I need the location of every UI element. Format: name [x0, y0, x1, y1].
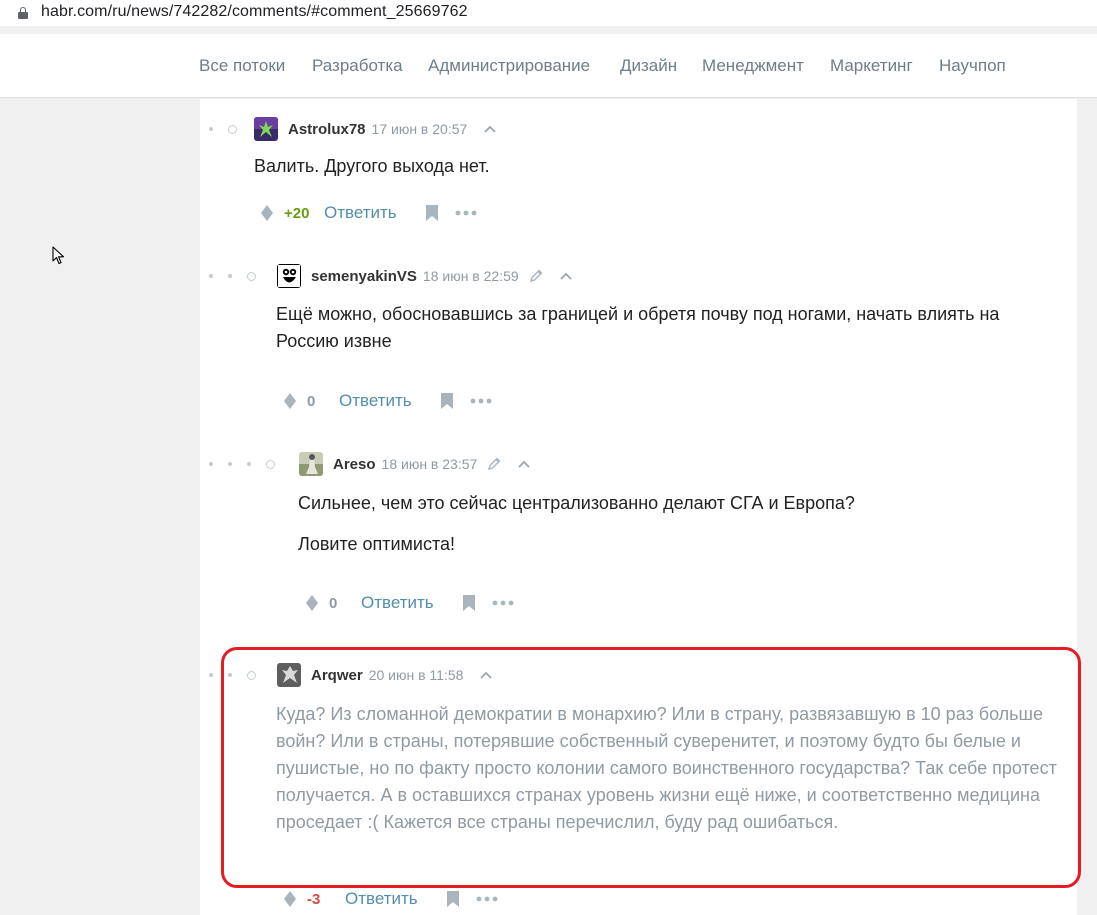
- comment-text: Сильнее, чем это сейчас централизованно …: [298, 493, 855, 513]
- comment-header: Areso 18 июн в 23:57: [299, 452, 531, 476]
- vote-icon[interactable]: [283, 392, 297, 410]
- more-icon[interactable]: [455, 210, 477, 216]
- reply-link[interactable]: Ответить: [324, 203, 397, 223]
- comment-header: Astrolux78 17 июн в 20:57: [254, 117, 497, 141]
- reply-link[interactable]: Ответить: [339, 391, 412, 411]
- vote-icon[interactable]: [283, 890, 297, 908]
- thread-indent-marks: [209, 264, 256, 288]
- nav-item-all-flows[interactable]: Все потоки: [199, 56, 285, 76]
- more-icon[interactable]: [476, 896, 498, 902]
- nav-item-development[interactable]: Разработка: [312, 56, 403, 76]
- comment-author[interactable]: semenyakinVS: [311, 268, 417, 285]
- comment-score: -3: [307, 890, 321, 908]
- vote-icon[interactable]: [305, 594, 319, 612]
- lock-icon: [18, 7, 28, 19]
- comment-text: Валить. Другого выхода нет.: [254, 156, 490, 176]
- nav-item-popular-science[interactable]: Научпоп: [939, 56, 1006, 76]
- browser-address-bar[interactable]: habr.com/ru/news/742282/comments/#commen…: [0, 0, 1097, 26]
- bookmark-icon[interactable]: [425, 204, 439, 222]
- url-text[interactable]: habr.com/ru/news/742282/comments/#commen…: [41, 3, 468, 21]
- comment-score: 0: [307, 392, 316, 410]
- comment-footer: 0 Ответить: [283, 389, 492, 413]
- bookmark-icon[interactable]: [440, 392, 454, 410]
- more-icon[interactable]: [492, 600, 514, 606]
- reply-link[interactable]: Ответить: [345, 889, 418, 909]
- more-icon[interactable]: [470, 398, 492, 404]
- comment-date[interactable]: 18 июн в 22:59: [423, 268, 519, 284]
- comment-footer: 0 Ответить: [305, 591, 514, 615]
- nav-item-administration[interactable]: Администрирование: [428, 56, 590, 76]
- bookmark-icon[interactable]: [462, 594, 476, 612]
- comment-author[interactable]: Astrolux78: [288, 121, 366, 138]
- chevron-up-icon[interactable]: [559, 271, 573, 281]
- avatar[interactable]: [299, 452, 323, 476]
- comment-date[interactable]: 18 июн в 23:57: [382, 456, 478, 472]
- comment-author[interactable]: Areso: [333, 456, 376, 473]
- mouse-cursor-icon: [52, 246, 65, 265]
- avatar[interactable]: [254, 117, 278, 141]
- nav-item-design[interactable]: Дизайн: [620, 56, 677, 76]
- thread-indent-marks: [209, 452, 275, 476]
- comment-footer: +20 Ответить: [260, 201, 477, 225]
- thread-indent-marks: [209, 117, 237, 141]
- chevron-up-icon[interactable]: [517, 459, 531, 469]
- nav-item-management[interactable]: Менеджмент: [702, 56, 804, 76]
- comment-score: 0: [329, 594, 338, 612]
- comment-header: semenyakinVS 18 июн в 22:59: [277, 264, 573, 288]
- site-nav: Все потоки Разработка Администрирование …: [0, 34, 1097, 98]
- avatar[interactable]: [277, 264, 301, 288]
- highlight-frame: [221, 647, 1081, 888]
- vote-icon[interactable]: [260, 204, 274, 222]
- comment-text: Ещё можно, обосновавшись за границей и о…: [276, 304, 1000, 351]
- pencil-icon: [488, 457, 501, 471]
- comment-text: Ловите оптимиста!: [298, 534, 456, 554]
- chevron-up-icon[interactable]: [483, 124, 497, 134]
- bookmark-icon[interactable]: [446, 890, 460, 908]
- comment-footer: -3 Ответить: [283, 887, 498, 911]
- comment-date[interactable]: 17 июн в 20:57: [372, 121, 468, 137]
- nav-item-marketing[interactable]: Маркетинг: [830, 56, 913, 76]
- pencil-icon: [529, 269, 543, 283]
- reply-link[interactable]: Ответить: [361, 593, 434, 613]
- comment-score: +20: [284, 204, 310, 222]
